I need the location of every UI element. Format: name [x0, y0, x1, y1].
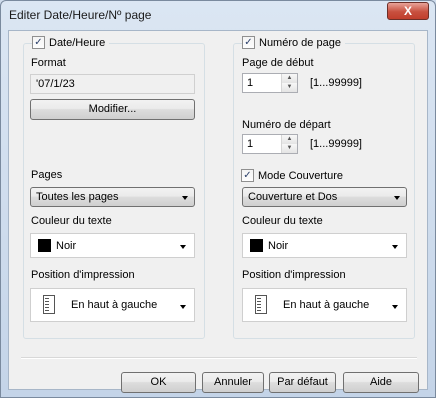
spin-up-icon[interactable]: ▲ — [282, 135, 297, 144]
cover-mode-select[interactable]: Couverture et Dos — [242, 187, 407, 207]
spin-down-icon[interactable]: ▼ — [282, 83, 297, 92]
start-page-label: Page de début — [242, 57, 314, 69]
right-position-select[interactable]: En haut à gauche — [242, 288, 407, 322]
left-position-value: En haut à gauche — [71, 299, 158, 311]
page-position-icon — [43, 295, 55, 314]
date-time-group: ✓ Date/Heure Format '07/1/23 Modifier...… — [23, 36, 205, 339]
chevron-down-icon — [392, 305, 398, 309]
start-number-value: 1 — [247, 138, 254, 150]
dialog-body: ✓ Date/Heure Format '07/1/23 Modifier...… — [8, 30, 428, 393]
left-text-color-select[interactable]: Noir — [30, 233, 195, 258]
start-number-stepper[interactable]: 1 ▲ ▼ — [242, 134, 298, 154]
dialog-window: Editer Date/Heure/Nº page X ✓ Date/Heure… — [0, 0, 436, 398]
cover-mode-select-value: Couverture et Dos — [248, 191, 338, 203]
right-text-color-value: Noir — [268, 240, 289, 252]
ok-button[interactable]: OK — [121, 372, 196, 393]
date-time-label: Date/Heure — [49, 36, 106, 49]
cancel-button[interactable]: Annuler — [202, 372, 264, 393]
pages-select[interactable]: Toutes les pages — [30, 187, 195, 207]
page-number-label: Numéro de page — [259, 36, 341, 49]
pages-label: Pages — [31, 169, 63, 181]
start-page-range: [1...99999] — [310, 77, 362, 89]
help-button[interactable]: Aide — [343, 372, 419, 393]
close-button[interactable]: X — [387, 2, 429, 20]
format-value-field: '07/1/23 — [30, 74, 195, 94]
start-number-spin-buttons[interactable]: ▲ ▼ — [281, 135, 297, 153]
spin-down-icon[interactable]: ▼ — [282, 144, 297, 153]
left-position-label: Position d'impression — [31, 269, 135, 281]
right-position-label: Position d'impression — [242, 269, 346, 281]
date-time-checkbox-row[interactable]: ✓ Date/Heure — [32, 36, 110, 49]
window-title: Editer Date/Heure/Nº page — [9, 8, 152, 22]
pages-select-value: Toutes les pages — [36, 191, 119, 203]
chevron-down-icon — [180, 245, 186, 249]
modify-button[interactable]: Modifier... — [30, 99, 195, 120]
left-text-color-label: Couleur du texte — [31, 215, 112, 227]
cover-mode-label: Mode Couverture — [258, 169, 343, 182]
cover-mode-checkbox[interactable]: ✓ — [241, 169, 254, 182]
date-time-checkbox[interactable]: ✓ — [32, 36, 45, 49]
start-number-label: Numéro de départ — [242, 119, 331, 131]
chevron-down-icon — [182, 196, 188, 200]
start-page-stepper[interactable]: 1 ▲ ▼ — [242, 73, 298, 93]
right-position-value: En haut à gauche — [283, 299, 370, 311]
format-label: Format — [31, 57, 66, 69]
start-page-value: 1 — [247, 77, 254, 89]
page-number-checkbox[interactable]: ✓ — [242, 36, 255, 49]
chevron-down-icon — [392, 245, 398, 249]
cover-mode-checkbox-row[interactable]: ✓ Mode Couverture — [241, 169, 347, 182]
page-number-group: ✓ Numéro de page Page de début 1 ▲ ▼ [1.… — [233, 36, 415, 339]
right-text-color-label: Couleur du texte — [242, 215, 323, 227]
color-swatch-icon — [38, 239, 51, 252]
start-page-spin-buttons[interactable]: ▲ ▼ — [281, 74, 297, 92]
title-bar[interactable]: Editer Date/Heure/Nº page X — [1, 1, 435, 29]
spin-up-icon[interactable]: ▲ — [282, 74, 297, 83]
page-position-icon — [255, 295, 267, 314]
left-text-color-value: Noir — [56, 240, 77, 252]
default-button[interactable]: Par défaut — [269, 372, 336, 393]
right-text-color-select[interactable]: Noir — [242, 233, 407, 258]
color-swatch-icon — [250, 239, 263, 252]
chevron-down-icon — [394, 196, 400, 200]
format-value: '07/1/23 — [36, 78, 75, 90]
footer-separator — [21, 357, 417, 359]
chevron-down-icon — [180, 305, 186, 309]
left-position-select[interactable]: En haut à gauche — [30, 288, 195, 322]
start-number-range: [1...99999] — [310, 138, 362, 150]
page-number-checkbox-row[interactable]: ✓ Numéro de page — [242, 36, 345, 49]
